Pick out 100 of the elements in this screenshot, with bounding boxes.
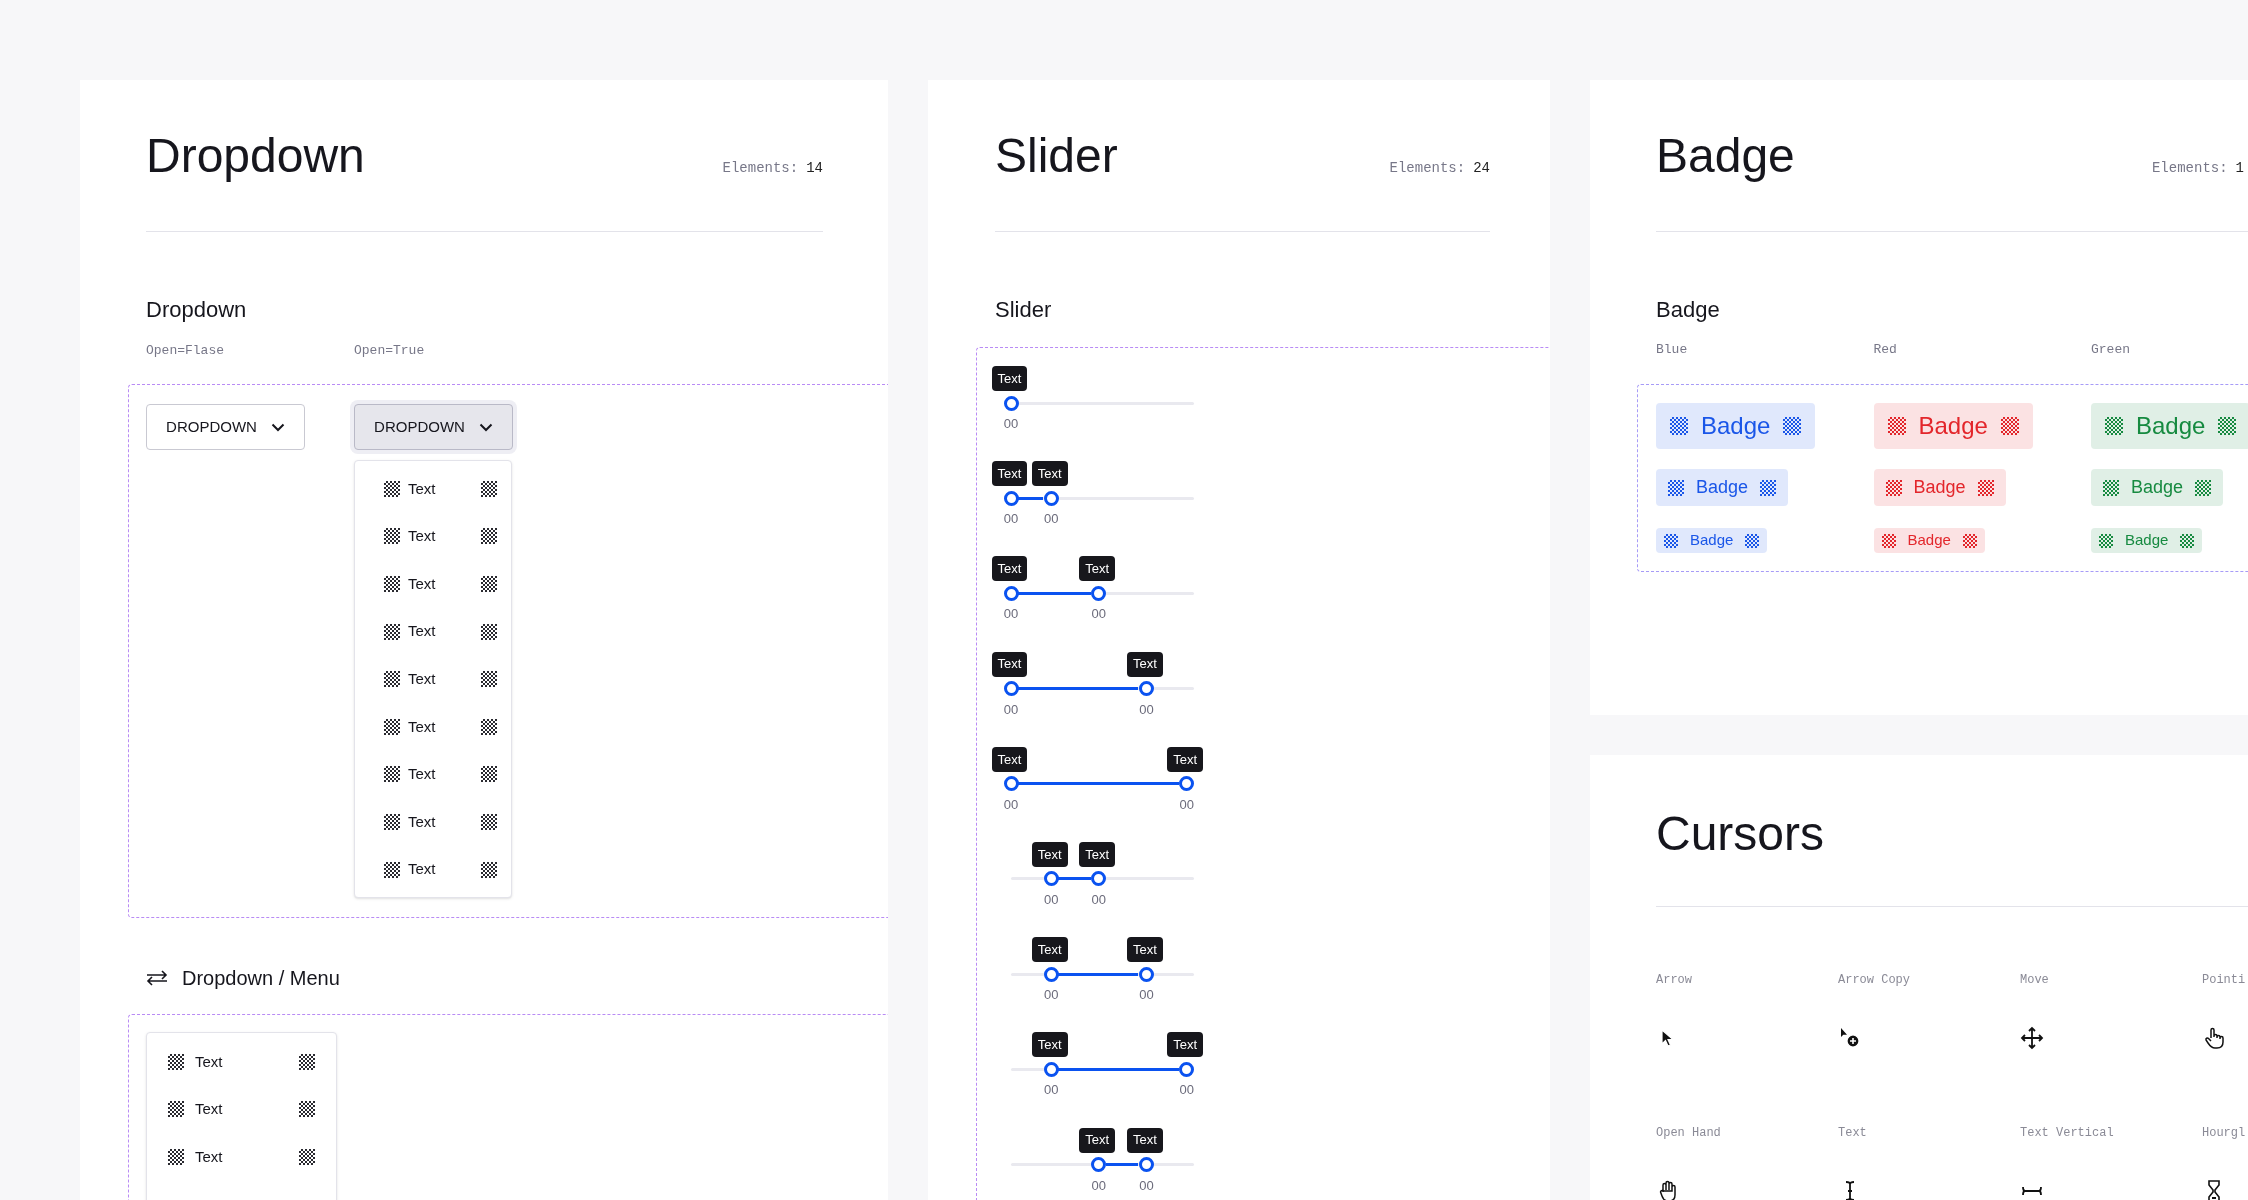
value-label: 00 bbox=[1090, 606, 1108, 623]
card-title: Dropdown bbox=[146, 128, 365, 184]
placeholder-icon bbox=[168, 1101, 184, 1118]
value-label: 00 bbox=[1178, 796, 1195, 813]
placeholder-icon bbox=[384, 623, 400, 640]
slider-thumb[interactable] bbox=[1138, 1157, 1154, 1172]
placeholder-icon bbox=[2105, 417, 2123, 435]
menu-item[interactable]: Text bbox=[355, 465, 511, 513]
placeholder-icon bbox=[384, 813, 400, 830]
tooltip: Text bbox=[991, 746, 1028, 772]
menu-item[interactable]: Text bbox=[355, 607, 511, 656]
cursor-label: Move bbox=[2020, 972, 2049, 988]
tooltip: Text bbox=[991, 366, 1028, 391]
cursor-label: Text bbox=[1838, 1125, 1867, 1141]
slider-thumb[interactable] bbox=[1003, 776, 1019, 792]
section-title: Badge bbox=[1656, 296, 1721, 324]
placeholder-icon bbox=[299, 1149, 315, 1165]
slider-thumb[interactable] bbox=[1003, 681, 1019, 697]
placeholder-icon bbox=[384, 718, 400, 735]
menu-item[interactable]: Text bbox=[355, 750, 511, 799]
slider-thumb[interactable] bbox=[1138, 966, 1154, 982]
placeholder-icon bbox=[481, 671, 497, 688]
slider-thumb[interactable] bbox=[1043, 871, 1059, 887]
badge: Badge bbox=[2091, 528, 2203, 553]
cursor-label: Arrow bbox=[1656, 972, 1692, 988]
slider-thumb[interactable] bbox=[1043, 1061, 1059, 1077]
value-label: 00 bbox=[1002, 511, 1020, 528]
column-label: Green bbox=[2091, 342, 2131, 358]
placeholder-icon bbox=[384, 528, 400, 545]
chevron-down-icon bbox=[478, 422, 493, 432]
slider-thumb[interactable] bbox=[1091, 871, 1107, 887]
value-label: 00 bbox=[1178, 1082, 1195, 1099]
placeholder-icon bbox=[1664, 533, 1678, 548]
placeholder-icon bbox=[481, 623, 497, 640]
slider-thumb[interactable] bbox=[1179, 1061, 1195, 1077]
tooltip: Text bbox=[1126, 1127, 1163, 1153]
placeholder-icon bbox=[2103, 479, 2119, 496]
placeholder-icon bbox=[481, 480, 497, 497]
elements-count: 1 bbox=[2235, 159, 2244, 178]
tooltip: Text bbox=[1167, 746, 1203, 772]
card-title: Badge bbox=[1656, 128, 1795, 184]
value-label: 00 bbox=[1043, 511, 1060, 528]
badge: Badge bbox=[1656, 469, 1789, 506]
tooltip: Text bbox=[1031, 841, 1068, 867]
menu-item[interactable]: Text bbox=[355, 512, 511, 561]
placeholder-icon bbox=[2099, 533, 2113, 548]
placeholder-icon bbox=[384, 671, 400, 688]
slider-thumb[interactable] bbox=[1138, 681, 1154, 697]
tooltip: Text bbox=[1031, 937, 1068, 963]
menu-item[interactable]: Text bbox=[355, 702, 511, 751]
dropdown-button[interactable]: DROPDOWN bbox=[146, 404, 305, 450]
menu-item[interactable]: Text bbox=[147, 1085, 336, 1134]
value-label: 00 bbox=[1043, 891, 1060, 908]
menu-item[interactable]: Text bbox=[355, 798, 511, 846]
slider-thumb[interactable] bbox=[1091, 1157, 1107, 1172]
badge: Badge bbox=[1873, 528, 1985, 553]
cursor-label: Pointi bbox=[2202, 972, 2246, 988]
menu-item[interactable]: Text bbox=[147, 1038, 336, 1086]
placeholder-icon bbox=[384, 480, 400, 497]
placeholder-icon bbox=[1668, 479, 1684, 496]
placeholder-icon bbox=[1887, 417, 1906, 435]
slider-thumb[interactable] bbox=[1003, 585, 1019, 601]
placeholder-icon bbox=[1885, 479, 1902, 496]
menu-item[interactable]: Text bbox=[355, 560, 511, 608]
elements-count: 14 bbox=[806, 159, 823, 178]
value-label: 00 bbox=[1002, 701, 1020, 718]
card-title: Slider bbox=[995, 128, 1118, 184]
slider-thumb[interactable] bbox=[1003, 395, 1019, 411]
tooltip: Text bbox=[991, 651, 1028, 677]
badge: Badge bbox=[1656, 403, 1816, 449]
variant-label: Open=Flase bbox=[146, 343, 225, 359]
tooltip: Text bbox=[1031, 1032, 1068, 1058]
menu-item[interactable]: Text bbox=[355, 845, 511, 894]
cursor-label: Open Hand bbox=[1656, 1125, 1721, 1141]
slider-thumb[interactable] bbox=[1043, 490, 1059, 506]
card-title: Cursors bbox=[1656, 806, 1826, 862]
placeholder-icon bbox=[384, 576, 400, 592]
placeholder-icon bbox=[481, 766, 497, 783]
menu-item[interactable]: Text bbox=[147, 1133, 336, 1181]
badge: Badge bbox=[2091, 469, 2224, 506]
cursor-label: Text Vertical bbox=[2020, 1125, 2114, 1141]
placeholder-icon bbox=[481, 718, 497, 735]
placeholder-icon bbox=[384, 766, 400, 783]
menu-item[interactable]: Text bbox=[355, 655, 511, 703]
tooltip: Text bbox=[1031, 461, 1068, 487]
slider-thumb[interactable] bbox=[1179, 776, 1195, 792]
slider-thumb[interactable] bbox=[1043, 966, 1059, 982]
placeholder-icon bbox=[168, 1053, 184, 1070]
slider-thumb[interactable] bbox=[1091, 585, 1107, 601]
value-label: 00 bbox=[1138, 987, 1155, 1004]
badge: Badge bbox=[1873, 469, 2006, 506]
value-label: 00 bbox=[1138, 701, 1155, 718]
placeholder-icon bbox=[2000, 417, 2019, 435]
placeholder-icon bbox=[1962, 533, 1977, 548]
elements-label: Elements: bbox=[2151, 159, 2228, 178]
tooltip: Text bbox=[1079, 841, 1116, 867]
slider-thumb[interactable] bbox=[1003, 490, 1019, 506]
placeholder-icon bbox=[481, 861, 497, 878]
tooltip: Text bbox=[1126, 937, 1163, 963]
column-label: Blue bbox=[1656, 342, 1689, 358]
